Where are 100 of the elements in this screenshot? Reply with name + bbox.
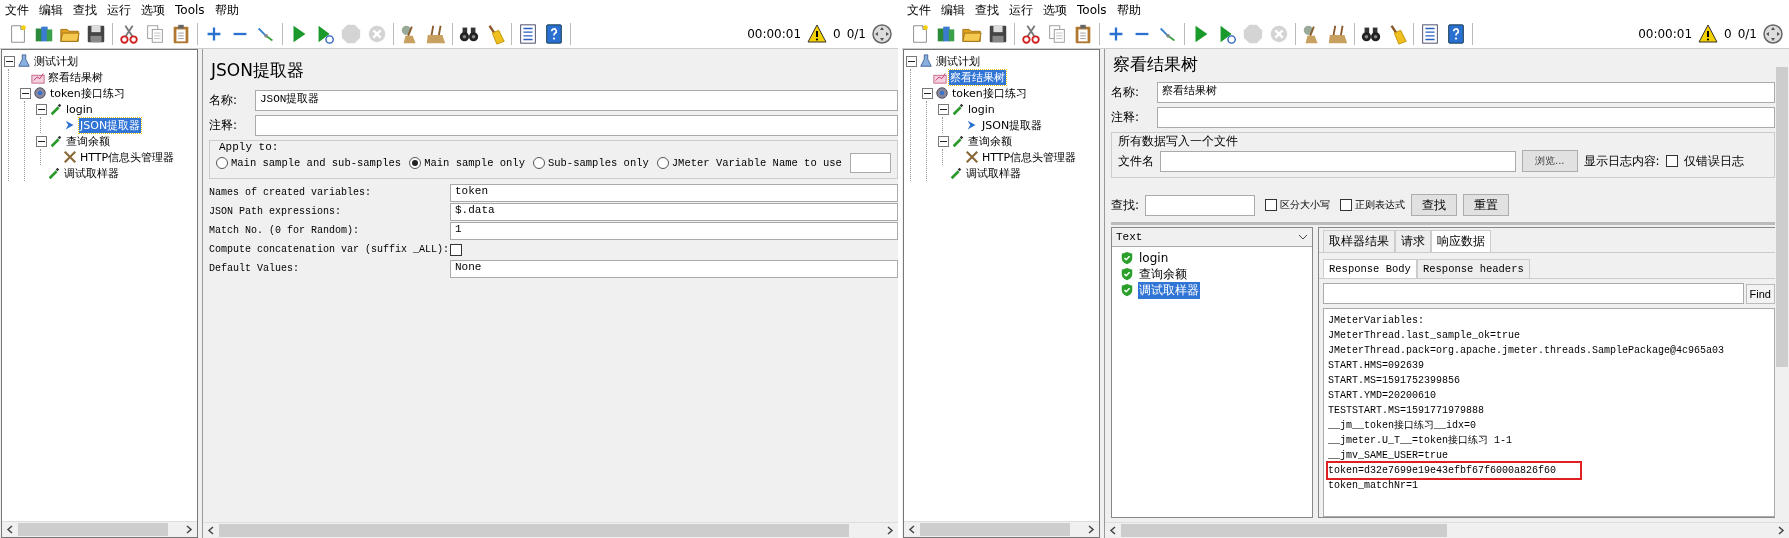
radio-label: JMeter Variable Name to use xyxy=(671,157,842,169)
collapse-toggle-icon[interactable] xyxy=(906,55,917,67)
response-line: JMeterThread.last_sample_ok=true xyxy=(1328,329,1521,343)
radio-button[interactable] xyxy=(656,157,669,169)
tree-item[interactable]: 调试取样器 xyxy=(63,165,120,181)
tab[interactable]: 取样器结果 xyxy=(1323,230,1395,252)
browse-button[interactable]: 浏览... xyxy=(1522,150,1578,172)
collapse-toggle-icon[interactable] xyxy=(938,135,949,147)
tree-item[interactable]: HTTP信息头管理器 xyxy=(981,149,1078,165)
horizontal-scrollbar[interactable] xyxy=(2,521,197,537)
tree-item[interactable]: 调试取样器 xyxy=(965,165,1022,181)
menu-item[interactable]: 运行 xyxy=(1004,1,1038,19)
search-button[interactable]: 查找 xyxy=(1411,194,1458,216)
help-icon[interactable] xyxy=(1445,23,1467,45)
checkbox[interactable] xyxy=(1665,155,1678,167)
tools-icon xyxy=(63,150,77,164)
renderer-dropdown[interactable]: Text xyxy=(1112,228,1312,247)
tree-item[interactable]: JSON提取器 xyxy=(79,117,142,133)
result-item[interactable]: 查询余额 xyxy=(1138,265,1188,283)
variable-name-field[interactable] xyxy=(849,153,891,173)
result-item[interactable]: login xyxy=(1138,251,1170,265)
checkbox[interactable] xyxy=(1265,199,1278,211)
list-icon[interactable] xyxy=(517,23,539,45)
collapse-toggle-icon[interactable] xyxy=(36,135,47,147)
tree-item[interactable]: token接口练习 xyxy=(49,85,126,101)
group-title: Apply to: xyxy=(218,141,280,153)
find-button[interactable]: Find xyxy=(1745,283,1775,304)
warning-icon[interactable] xyxy=(1698,24,1719,44)
tab[interactable]: 请求 xyxy=(1395,230,1431,252)
find-field[interactable] xyxy=(1323,283,1744,304)
tab[interactable]: Response Body xyxy=(1323,259,1417,278)
name-field[interactable]: JSON提取器 xyxy=(255,90,898,111)
response-line: START.HMS=092639 xyxy=(1328,359,1424,373)
tree-item[interactable]: 察看结果树 xyxy=(47,69,104,85)
pipette-icon xyxy=(47,166,61,180)
collapse-toggle-icon[interactable] xyxy=(938,103,949,115)
horizontal-scrollbar[interactable] xyxy=(203,522,898,538)
pipette-icon xyxy=(949,166,963,180)
collapse-toggle-icon[interactable] xyxy=(4,55,15,67)
shield-check-icon xyxy=(1120,251,1134,265)
radio-button[interactable] xyxy=(532,157,545,169)
menu-item[interactable]: 运行 xyxy=(102,1,136,19)
horizontal-scrollbar[interactable] xyxy=(1105,522,1789,538)
radio-button[interactable] xyxy=(409,157,422,169)
menu-item[interactable]: 编辑 xyxy=(936,1,970,19)
menu-item[interactable]: Tools xyxy=(1072,3,1112,17)
radio-label: Sub-samples only xyxy=(547,157,649,169)
menu-item[interactable]: Tools xyxy=(170,3,210,17)
response-line: token=d32e7699e19e43efbf67f6000a826f60 xyxy=(1328,463,1581,478)
tree-item[interactable]: 查询余额 xyxy=(967,133,1013,149)
menu-item[interactable]: 帮助 xyxy=(209,1,244,19)
remote-icon[interactable] xyxy=(1763,24,1783,44)
text-field[interactable]: token xyxy=(450,183,898,202)
menu-item[interactable]: 查找 xyxy=(970,1,1004,19)
text-field[interactable]: $.data xyxy=(450,202,898,221)
tree-item[interactable]: JSON提取器 xyxy=(981,117,1044,133)
menu-item[interactable]: 选项 xyxy=(1038,1,1072,19)
tree-item[interactable]: 测试计划 xyxy=(935,53,981,69)
radio-button[interactable] xyxy=(216,157,228,169)
brooms-icon[interactable] xyxy=(425,23,447,45)
menu-item[interactable]: 文件 xyxy=(902,1,936,19)
tree-item[interactable]: login xyxy=(967,102,996,116)
panel-title: JSON提取器 xyxy=(209,59,305,82)
tree-item[interactable]: 察看结果树 xyxy=(949,69,1006,85)
tab[interactable]: Response headers xyxy=(1416,259,1530,278)
list-icon[interactable] xyxy=(1419,23,1441,45)
scissors-icon[interactable] xyxy=(1020,23,1042,45)
filename-field[interactable] xyxy=(1160,150,1516,172)
menu-item[interactable]: 选项 xyxy=(136,1,170,19)
menu-item[interactable]: 查找 xyxy=(68,1,102,19)
tree-item[interactable]: token接口练习 xyxy=(951,85,1028,101)
field-label: Default Values: xyxy=(209,263,300,274)
menu-item[interactable]: 帮助 xyxy=(1111,1,1146,19)
reset-button[interactable]: 重置 xyxy=(1463,194,1510,216)
tree-item[interactable]: 查询余额 xyxy=(65,133,111,149)
horizontal-scrollbar[interactable] xyxy=(904,521,1099,537)
checkbox[interactable] xyxy=(450,243,462,256)
menu-item[interactable]: 文件 xyxy=(0,1,34,19)
collapse-toggle-icon[interactable] xyxy=(20,87,31,99)
collapse-toggle-icon[interactable] xyxy=(922,87,933,99)
search-field[interactable] xyxy=(1145,194,1256,216)
tree-item[interactable]: 测试计划 xyxy=(33,53,79,69)
collapse-toggle-icon[interactable] xyxy=(36,103,47,115)
name-field[interactable]: 察看结果树 xyxy=(1157,82,1775,103)
brooms-icon[interactable] xyxy=(1327,23,1349,45)
remote-icon[interactable] xyxy=(872,24,892,44)
tree-item[interactable]: HTTP信息头管理器 xyxy=(79,149,176,165)
text-field[interactable]: None xyxy=(450,259,898,278)
text-field[interactable]: 1 xyxy=(450,221,898,240)
response-line: TESTSTART.MS=1591771979888 xyxy=(1328,404,1485,418)
warning-icon[interactable] xyxy=(807,24,828,44)
menu-item[interactable]: 编辑 xyxy=(34,1,68,19)
tab[interactable]: 响应数据 xyxy=(1431,230,1491,252)
scissors-icon[interactable] xyxy=(118,23,140,45)
comment-field[interactable] xyxy=(1157,107,1775,128)
help-icon[interactable] xyxy=(543,23,565,45)
result-item[interactable]: 调试取样器 xyxy=(1138,281,1200,299)
comment-field[interactable] xyxy=(255,115,898,136)
checkbox[interactable] xyxy=(1340,199,1353,211)
tree-item[interactable]: login xyxy=(65,102,94,116)
